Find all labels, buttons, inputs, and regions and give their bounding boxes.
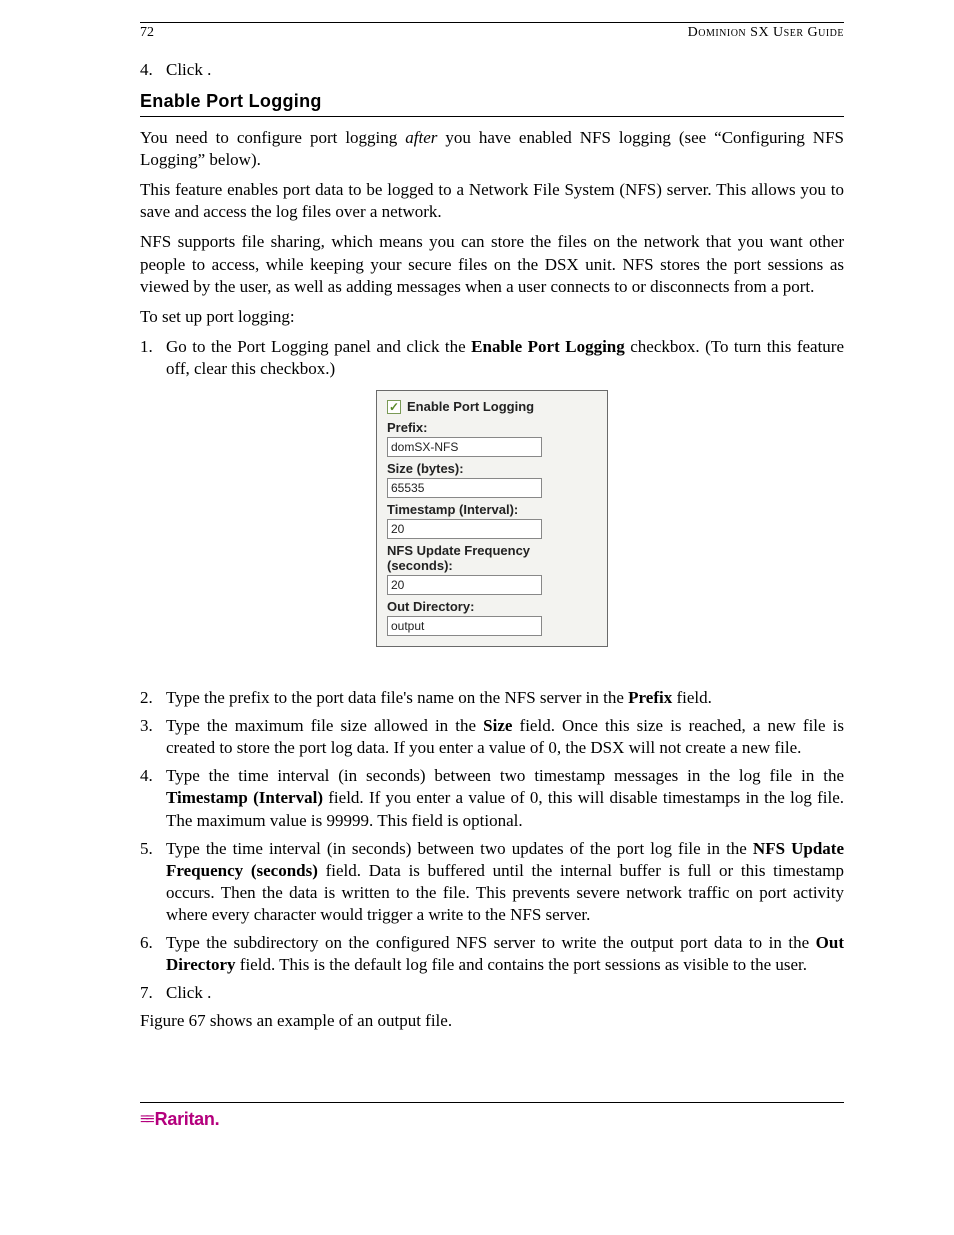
closing-paragraph: Figure 67 shows an example of an output … xyxy=(140,1010,844,1032)
step-text: Go to the Port Logging panel and click t… xyxy=(166,337,844,378)
checkbox-label: Enable Port Logging xyxy=(407,399,534,414)
field-label: Prefix: xyxy=(387,420,595,435)
nfs-frequency-input[interactable] xyxy=(387,575,542,595)
step-text: Type the subdirectory on the configured … xyxy=(166,933,844,974)
step-number: 2. xyxy=(140,687,153,709)
field-label: Timestamp (Interval): xyxy=(387,502,595,517)
step-text: Type the prefix to the port data file's … xyxy=(166,688,712,707)
footer-rule xyxy=(140,1102,844,1103)
step-item: 4. Type the time interval (in seconds) b… xyxy=(166,765,844,831)
step-number: 1. xyxy=(140,336,153,358)
body-paragraph: To set up port logging: xyxy=(140,306,844,328)
checkbox-row: Enable Port Logging xyxy=(387,399,595,414)
heading-rule xyxy=(140,116,844,117)
step-number: 6. xyxy=(140,932,153,954)
step-text: Click . xyxy=(166,60,211,79)
brand-dot: . xyxy=(215,1109,220,1130)
page-header: 72 Dominion SX User Guide xyxy=(140,25,844,41)
port-logging-panel: Enable Port Logging Prefix: Size (bytes)… xyxy=(376,390,608,647)
field-label: NFS Update Frequency (seconds): xyxy=(387,543,595,573)
out-directory-input[interactable] xyxy=(387,616,542,636)
step-item: 2. Type the prefix to the port data file… xyxy=(166,687,844,709)
brand-name: Raritan xyxy=(155,1109,215,1130)
body-paragraph: NFS supports file sharing, which means y… xyxy=(140,231,844,297)
step-number: 4. xyxy=(140,765,153,787)
header-rule xyxy=(140,22,844,23)
step-number: 5. xyxy=(140,838,153,860)
step-item: 4. Click . xyxy=(166,59,844,81)
bold-term: Timestamp (Interval) xyxy=(166,788,323,807)
step-number: 7. xyxy=(140,982,153,1004)
step-text: Click . xyxy=(166,983,211,1002)
screenshot-wrap: Enable Port Logging Prefix: Size (bytes)… xyxy=(140,390,844,647)
body-paragraph: You need to configure port logging after… xyxy=(140,127,844,171)
text: You need to configure port logging xyxy=(140,128,405,147)
bold-term: Enable Port Logging xyxy=(471,337,625,356)
step-item: 3. Type the maximum file size allowed in… xyxy=(166,715,844,759)
section-heading: Enable Port Logging xyxy=(140,91,844,112)
field-label: Size (bytes): xyxy=(387,461,595,476)
page-number: 72 xyxy=(140,25,154,41)
enable-port-logging-checkbox[interactable] xyxy=(387,400,401,414)
size-input[interactable] xyxy=(387,478,542,498)
field-label: Out Directory: xyxy=(387,599,595,614)
raritan-logo: ≡≡ Raritan. xyxy=(140,1109,219,1130)
step-number: 4. xyxy=(140,59,153,81)
bold-term: Prefix xyxy=(628,688,672,707)
step-text: Type the time interval (in seconds) betw… xyxy=(166,766,844,829)
step-text: Type the maximum file size allowed in th… xyxy=(166,716,844,757)
step-number: 3. xyxy=(140,715,153,737)
prefix-input[interactable] xyxy=(387,437,542,457)
timestamp-input[interactable] xyxy=(387,519,542,539)
step-item: 6. Type the subdirectory on the configur… xyxy=(166,932,844,976)
guide-title: Dominion SX User Guide xyxy=(688,25,844,41)
italic-text: after xyxy=(405,128,437,147)
logo-glyph-icon: ≡≡ xyxy=(140,1111,151,1129)
step-item: 7. Click . xyxy=(166,982,844,1004)
step-item: 1. Go to the Port Logging panel and clic… xyxy=(166,336,844,380)
body-paragraph: This feature enables port data to be log… xyxy=(140,179,844,223)
bold-term: Size xyxy=(483,716,512,735)
step-item: 5. Type the time interval (in seconds) b… xyxy=(166,838,844,926)
page-footer: ≡≡ Raritan. xyxy=(140,1102,844,1131)
step-text: Type the time interval (in seconds) betw… xyxy=(166,839,844,924)
